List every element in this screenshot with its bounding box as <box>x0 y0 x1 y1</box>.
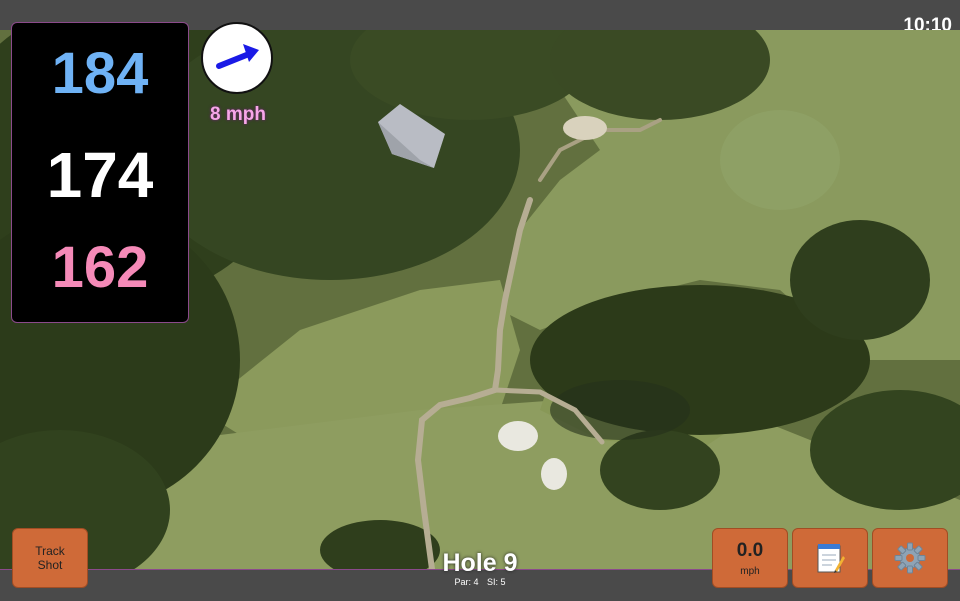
wind-indicator <box>201 22 273 94</box>
hole-title: Hole 9 <box>442 549 518 577</box>
track-shot-label-line2: Shot <box>37 558 63 572</box>
notes-button[interactable] <box>792 528 868 588</box>
speed-value: 0.0 <box>736 539 764 561</box>
speed-button[interactable]: 0.0 mph <box>712 528 788 588</box>
wind-speed: 8 mph <box>210 104 266 125</box>
track-shot-button[interactable]: Track Shot <box>12 528 88 588</box>
settings-button[interactable] <box>872 528 948 588</box>
front-distance: 162 <box>51 235 149 300</box>
wind-arrow-icon <box>216 44 259 69</box>
notepad-icon <box>817 544 845 573</box>
gear-icon <box>894 542 926 574</box>
middle-distance: 174 <box>46 139 154 211</box>
hole-par: Par: 4 <box>454 577 479 587</box>
distance-panel: 184 174 162 <box>11 22 189 323</box>
track-shot-label-line1: Track <box>35 544 65 558</box>
back-distance: 184 <box>51 41 149 106</box>
hole-stroke-index: SI: 5 <box>487 577 506 587</box>
hole-meta: Par: 4 SI: 5 <box>380 577 580 587</box>
speed-unit: mph <box>740 565 760 577</box>
